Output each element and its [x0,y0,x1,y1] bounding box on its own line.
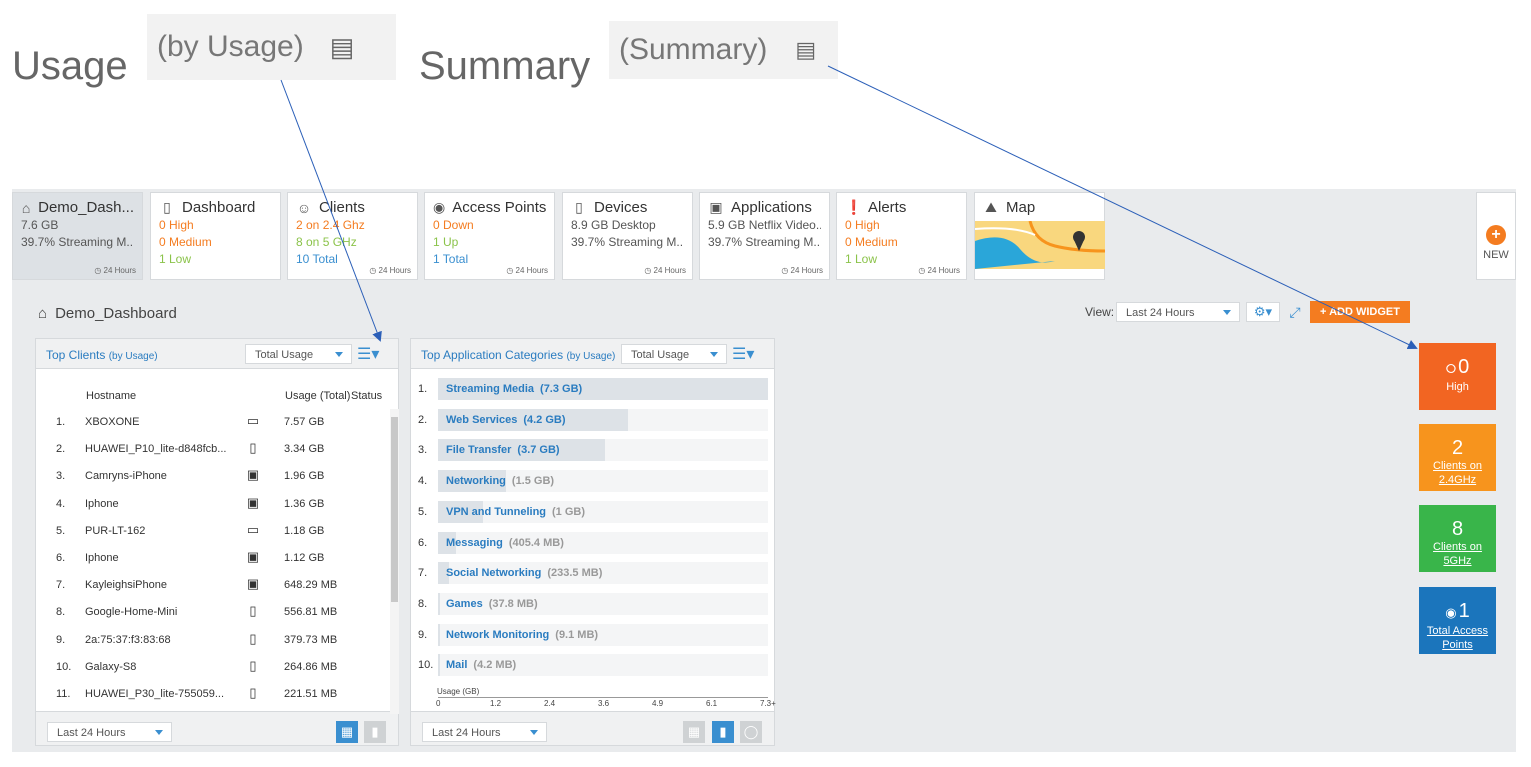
annotation-arrows [280,65,1418,350]
summary-arrow [827,65,1418,350]
usage-arrow [280,79,382,342]
